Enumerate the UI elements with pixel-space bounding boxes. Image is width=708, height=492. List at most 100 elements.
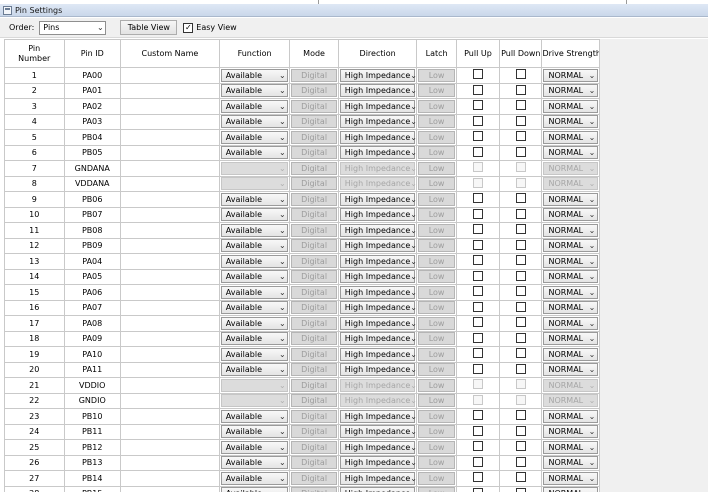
pull-down-checkbox[interactable] — [515, 487, 526, 492]
pull-up-checkbox[interactable] — [472, 301, 483, 312]
function-dropdown[interactable]: Available⌄ — [220, 68, 289, 82]
drive-strength-dropdown[interactable]: NORMAL⌄ — [543, 223, 598, 237]
table-row[interactable]: 28PB15 Available⌄DigitalHigh Impedance⌄Lo… — [4, 485, 600, 492]
easy-view-checkbox[interactable]: ✓ — [183, 22, 194, 33]
pull-up-checkbox[interactable] — [472, 208, 483, 219]
header-direction[interactable]: Direction — [337, 39, 418, 68]
pull-up-checkbox[interactable] — [472, 146, 483, 157]
header-function[interactable]: Function — [218, 39, 291, 68]
table-row[interactable]: 16 PA07 Available ⌄ Digital High Impedance ⌄ Lo… — [4, 299, 600, 316]
function-dropdown[interactable]: Available⌄ — [220, 347, 289, 361]
pull-up-checkbox[interactable] — [472, 84, 483, 95]
custom-name-cell[interactable] — [119, 129, 220, 146]
drive-strength-dropdown[interactable]: NORMAL⌄ — [543, 208, 598, 222]
function-dropdown[interactable]: Available⌄ — [220, 254, 289, 268]
table-row[interactable]: 23 PB10 Available ⌄ Digital High Impedance ⌄ Lo… — [4, 408, 600, 425]
pull-down-checkbox[interactable] — [515, 239, 526, 250]
direction-dropdown[interactable]: High Impedance⌄ — [339, 270, 416, 284]
drive-strength-dropdown[interactable]: NORMAL⌄ — [543, 332, 598, 346]
direction-dropdown[interactable]: High Impedance⌄ — [339, 84, 416, 98]
pull-down-checkbox[interactable] — [515, 69, 526, 80]
drive-strength-dropdown[interactable]: NORMAL⌄ — [543, 115, 598, 129]
custom-name-cell[interactable] — [119, 485, 220, 492]
pull-up-checkbox[interactable] — [472, 100, 483, 111]
function-dropdown[interactable]: Available⌄ — [220, 239, 289, 253]
function-dropdown[interactable]: Available⌄ — [220, 192, 289, 206]
pull-down-checkbox[interactable] — [515, 348, 526, 359]
pull-up-checkbox[interactable] — [472, 456, 483, 467]
table-row[interactable]: 14 PA05 Available ⌄ Digital High Impedance ⌄ Lo… — [4, 268, 600, 285]
drive-strength-dropdown[interactable]: NORMAL⌄ — [543, 239, 598, 253]
table-row[interactable]: 15 PA06 Available ⌄ Digital High Impedance ⌄ Lo… — [4, 284, 600, 301]
direction-dropdown[interactable]: High Impedance⌄ — [339, 456, 416, 470]
direction-dropdown[interactable]: High Impedance⌄ — [339, 425, 416, 439]
custom-name-cell[interactable] — [119, 113, 220, 130]
custom-name-cell[interactable] — [119, 144, 220, 161]
pull-up-checkbox[interactable] — [472, 348, 483, 359]
drive-strength-dropdown[interactable]: NORMAL⌄ — [543, 440, 598, 454]
direction-dropdown[interactable]: High Impedance⌄ — [339, 285, 416, 299]
custom-name-cell[interactable] — [119, 346, 220, 363]
pull-up-checkbox[interactable] — [472, 472, 483, 483]
order-dropdown[interactable]: Pins ⌄ — [39, 20, 107, 35]
pull-up-checkbox[interactable] — [472, 425, 483, 436]
function-dropdown[interactable]: Available⌄ — [220, 270, 289, 284]
custom-name-cell[interactable] — [119, 237, 220, 254]
function-dropdown[interactable]: Available⌄ — [220, 99, 289, 113]
drive-strength-dropdown[interactable]: NORMAL⌄ — [543, 285, 598, 299]
drive-strength-dropdown[interactable]: NORMAL⌄ — [543, 471, 598, 485]
pull-down-checkbox[interactable] — [515, 115, 526, 126]
drive-strength-dropdown[interactable]: NORMAL⌄ — [543, 316, 598, 330]
drive-strength-dropdown[interactable]: NORMAL⌄ — [543, 487, 598, 492]
direction-dropdown[interactable]: High Impedance⌄ — [339, 208, 416, 222]
function-dropdown[interactable]: Available⌄ — [220, 456, 289, 470]
function-dropdown[interactable]: Available⌄ — [220, 115, 289, 129]
pull-up-checkbox[interactable] — [472, 239, 483, 250]
pull-up-checkbox[interactable] — [472, 131, 483, 142]
table-row[interactable]: 24 PB11 Available ⌄ Digital High Impedance ⌄ Lo… — [4, 423, 600, 440]
pull-up-checkbox[interactable] — [472, 115, 483, 126]
drive-strength-dropdown[interactable]: NORMAL⌄ — [543, 301, 598, 315]
drive-strength-dropdown[interactable]: NORMAL⌄ — [543, 347, 598, 361]
pull-down-checkbox[interactable] — [515, 425, 526, 436]
pull-down-checkbox[interactable] — [515, 286, 526, 297]
function-dropdown[interactable]: Available⌄ — [220, 301, 289, 315]
function-dropdown[interactable]: Available⌄ — [220, 409, 289, 423]
pull-down-checkbox[interactable] — [515, 146, 526, 157]
drive-strength-dropdown[interactable]: NORMAL⌄ — [543, 130, 598, 144]
custom-name-cell[interactable] — [119, 98, 220, 115]
direction-dropdown[interactable]: High Impedance⌄ — [339, 471, 416, 485]
direction-dropdown[interactable]: High Impedance⌄ — [339, 254, 416, 268]
table-row[interactable]: 21 VDDIO ⌄ Digital High Impedance ⌄ Low NORMAL ⌄ — [4, 377, 600, 394]
custom-name-cell[interactable] — [119, 470, 220, 487]
direction-dropdown[interactable]: High Impedance⌄ — [339, 239, 416, 253]
function-dropdown[interactable]: Available⌄ — [220, 332, 289, 346]
table-row[interactable]: 1 PA00 Available ⌄ Digital High Impedance ⌄ Low… — [4, 67, 600, 84]
custom-name-cell[interactable] — [119, 423, 220, 440]
pull-down-checkbox[interactable] — [515, 208, 526, 219]
direction-dropdown[interactable]: High Impedance⌄ — [339, 332, 416, 346]
pull-up-checkbox[interactable] — [472, 270, 483, 281]
custom-name-cell[interactable] — [119, 160, 220, 177]
drive-strength-dropdown[interactable]: NORMAL⌄ — [543, 270, 598, 284]
drive-strength-dropdown[interactable]: NORMAL⌄ — [543, 363, 598, 377]
table-row[interactable]: 9 PB06 Available ⌄ Digital High Impedance ⌄ Low… — [4, 191, 600, 208]
direction-dropdown[interactable]: High Impedance⌄ — [339, 99, 416, 113]
pull-down-checkbox[interactable] — [515, 301, 526, 312]
custom-name-cell[interactable] — [119, 268, 220, 285]
table-row[interactable]: 20 PA11 Available ⌄ Digital High Impedance ⌄ Lo… — [4, 361, 600, 378]
direction-dropdown[interactable]: High Impedance⌄ — [339, 440, 416, 454]
table-row[interactable]: 25 PB12 Available ⌄ Digital High Impedance ⌄ Lo… — [4, 439, 600, 456]
pull-down-checkbox[interactable] — [515, 270, 526, 281]
pull-up-checkbox[interactable] — [472, 193, 483, 204]
pull-down-checkbox[interactable] — [515, 472, 526, 483]
header-drive-strength[interactable]: Drive Strength — [541, 39, 600, 68]
header-latch[interactable]: Latch — [416, 39, 457, 68]
custom-name-cell[interactable] — [119, 361, 220, 378]
direction-dropdown[interactable]: High Impedance⌄ — [339, 316, 416, 330]
function-dropdown[interactable]: Available⌄ — [220, 471, 289, 485]
drive-strength-dropdown[interactable]: NORMAL⌄ — [543, 192, 598, 206]
header-pull-down[interactable]: Pull Down — [499, 39, 543, 68]
table-row[interactable]: 27 PB14 Available ⌄ Digital High Impedance ⌄ Lo… — [4, 470, 600, 487]
custom-name-cell[interactable] — [119, 408, 220, 425]
